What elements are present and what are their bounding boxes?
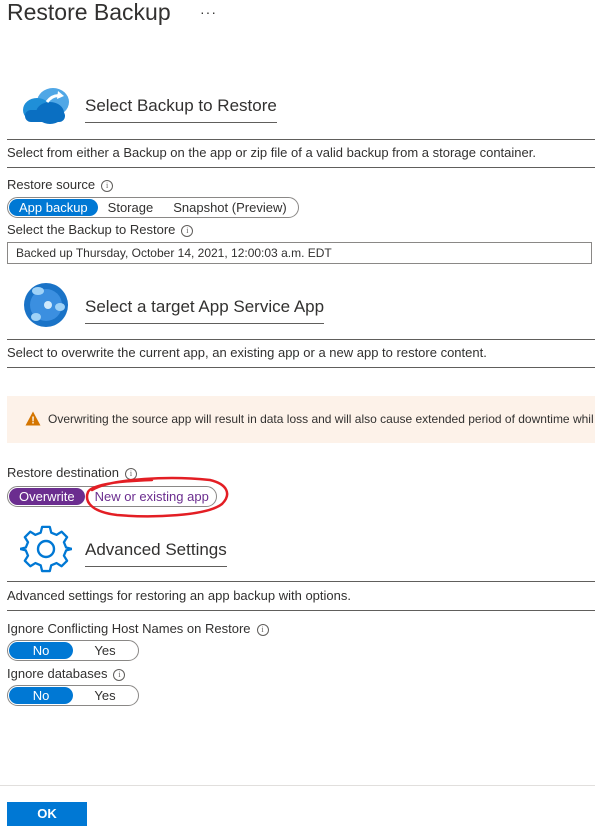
divider xyxy=(7,167,595,168)
divider xyxy=(7,339,595,340)
target-section-description: Select to overwrite the current app, an … xyxy=(7,345,487,360)
page-title: Restore Backup xyxy=(7,0,171,25)
ignore-hostnames-yes[interactable]: Yes xyxy=(73,642,137,659)
restore-source-app-backup[interactable]: App backup xyxy=(9,199,98,216)
warning-icon: ! xyxy=(25,411,41,426)
restore-source-snapshot[interactable]: Snapshot (Preview) xyxy=(163,199,296,216)
advanced-section-title: Advanced Settings xyxy=(85,540,227,567)
ignore-hostnames-no[interactable]: No xyxy=(9,642,73,659)
warning-banner: ! Overwriting the source app will result… xyxy=(7,396,595,443)
ok-button[interactable]: OK xyxy=(7,802,87,826)
info-icon[interactable]: i xyxy=(113,669,126,681)
cloud-backup-icon xyxy=(23,88,69,124)
backup-section-title: Select Backup to Restore xyxy=(85,96,277,123)
backup-dropdown[interactable]: Backed up Thursday, October 14, 2021, 12… xyxy=(7,242,592,264)
ignore-databases-label: Ignore databases i xyxy=(7,666,126,681)
restore-source-toggle[interactable]: App backup Storage Snapshot (Preview) xyxy=(7,197,299,218)
divider xyxy=(7,581,595,582)
divider xyxy=(7,367,595,368)
app-service-icon xyxy=(24,283,68,327)
gear-icon xyxy=(20,525,72,573)
ignore-hostnames-toggle[interactable]: No Yes xyxy=(7,640,139,661)
restore-source-storage[interactable]: Storage xyxy=(98,199,164,216)
info-icon[interactable]: i xyxy=(181,225,194,237)
restore-destination-overwrite[interactable]: Overwrite xyxy=(9,488,85,505)
target-section-title: Select a target App Service App xyxy=(85,297,325,324)
ignore-databases-no[interactable]: No xyxy=(9,687,73,704)
divider xyxy=(7,139,595,140)
annotation-circle xyxy=(85,476,229,518)
more-options-button[interactable]: ··· xyxy=(200,4,217,20)
ignore-hostnames-label: Ignore Conflicting Host Names on Restore… xyxy=(7,621,269,636)
ignore-databases-toggle[interactable]: No Yes xyxy=(7,685,139,706)
advanced-section-description: Advanced settings for restoring an app b… xyxy=(7,588,351,603)
info-icon[interactable]: i xyxy=(101,180,114,192)
svg-text:!: ! xyxy=(31,416,34,427)
divider xyxy=(7,610,595,611)
info-icon[interactable]: i xyxy=(256,624,269,636)
footer-divider xyxy=(0,785,595,786)
select-backup-label: Select the Backup to Restore i xyxy=(7,222,194,237)
backup-section-description: Select from either a Backup on the app o… xyxy=(7,145,536,160)
ignore-databases-yes[interactable]: Yes xyxy=(73,687,137,704)
restore-source-label: Restore source i xyxy=(7,177,114,192)
warning-text: Overwriting the source app will result i… xyxy=(48,412,594,426)
